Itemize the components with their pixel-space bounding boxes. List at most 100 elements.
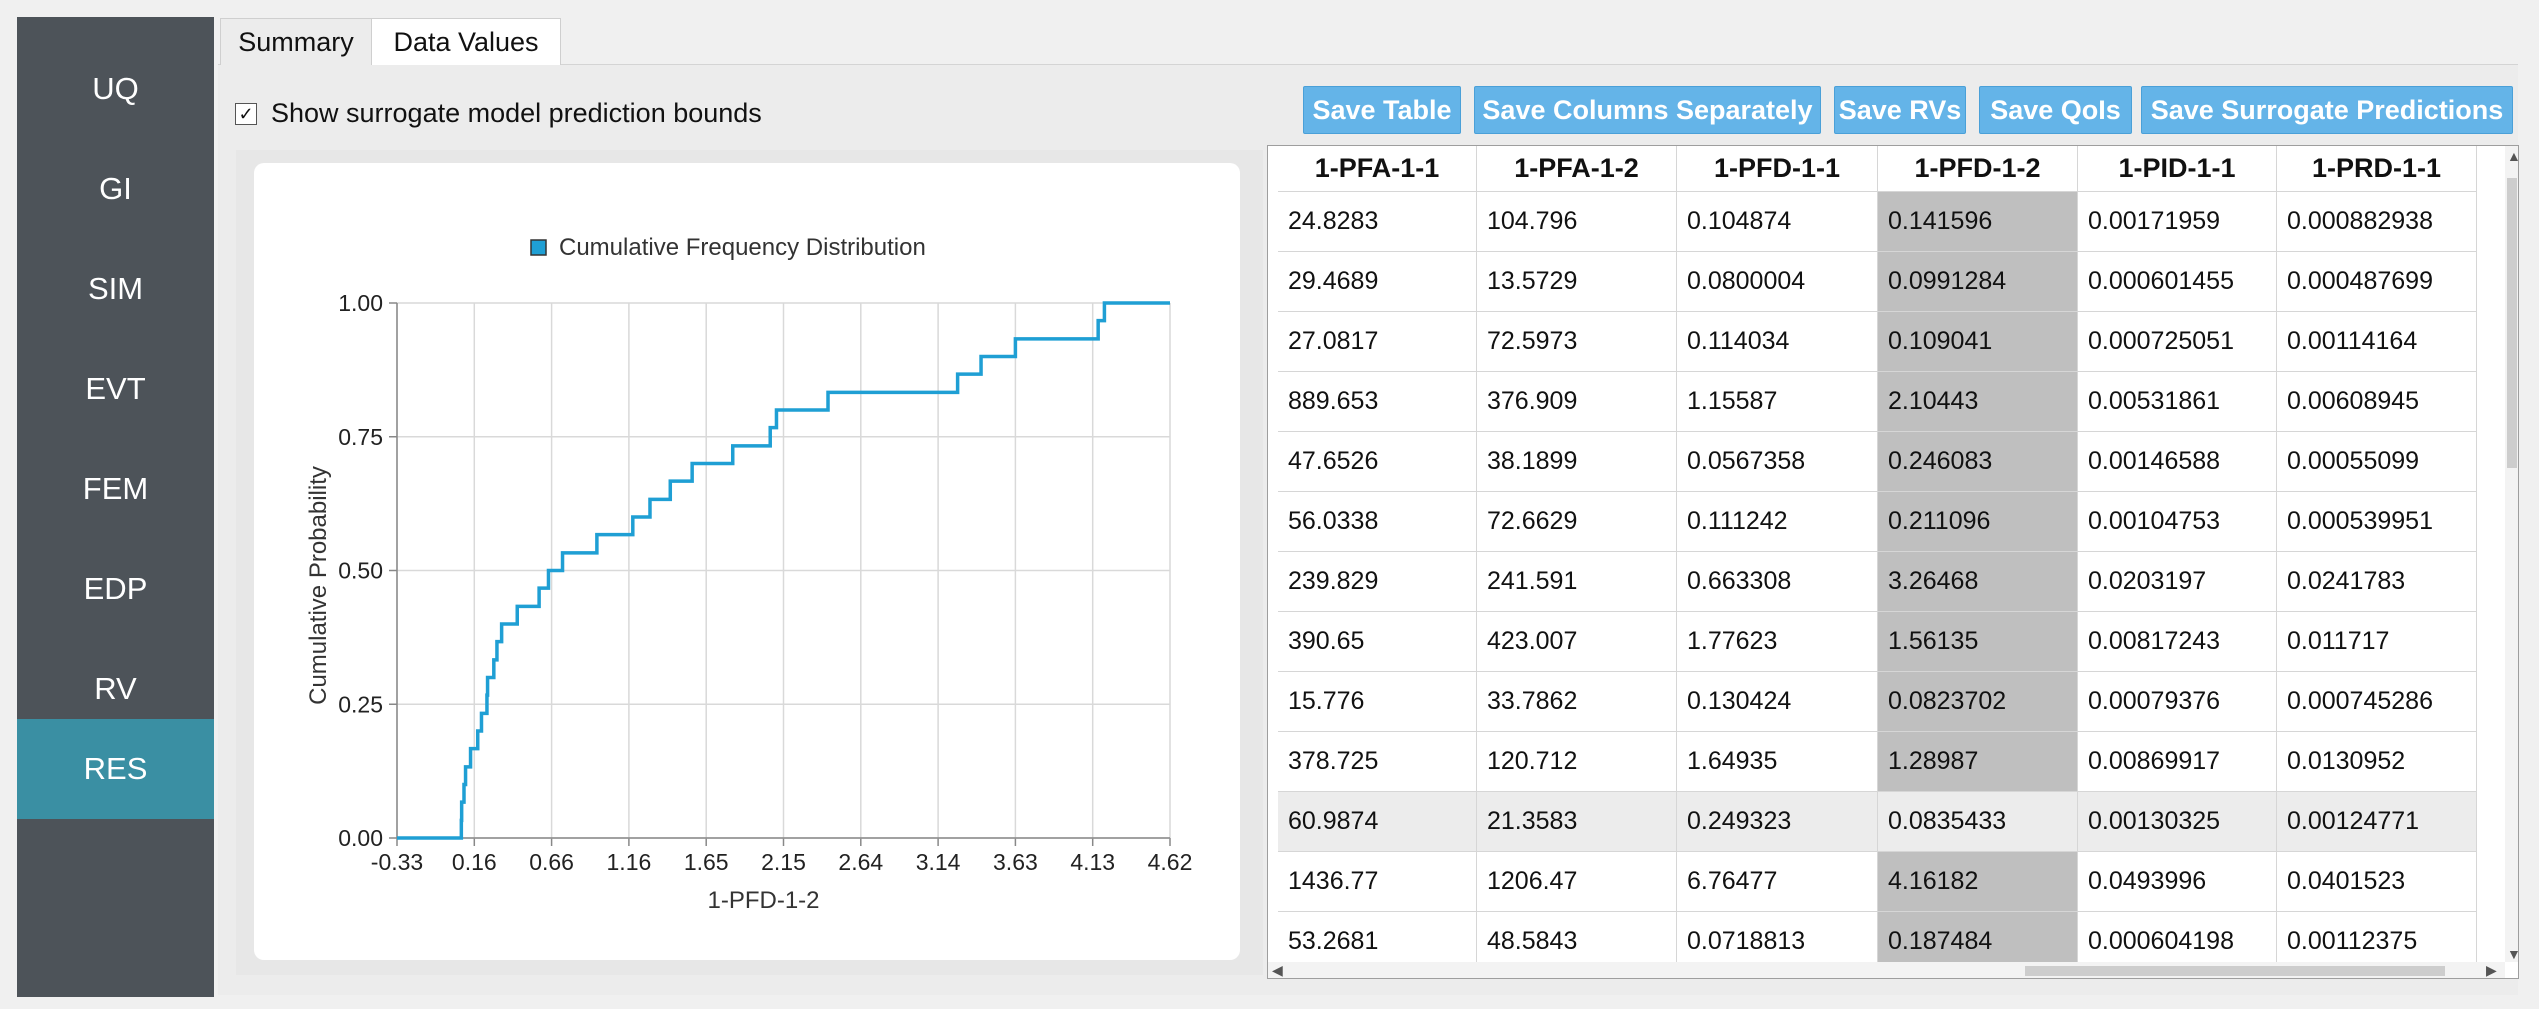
table-cell[interactable]: 241.591: [1477, 552, 1677, 612]
table-cell[interactable]: 0.00104753: [2078, 492, 2277, 552]
table-cell[interactable]: 1.56135: [1878, 612, 2078, 672]
sidebar-item-edp[interactable]: EDP: [17, 539, 214, 639]
table-cell[interactable]: 0.00130325: [2078, 792, 2277, 852]
table-cell[interactable]: 0.246083: [1878, 432, 2078, 492]
table-cell[interactable]: 1.77623: [1677, 612, 1878, 672]
table-cell[interactable]: 104.796: [1477, 192, 1677, 252]
table-cell[interactable]: 0.0401523: [2277, 852, 2477, 912]
table-cell[interactable]: 33.7862: [1477, 672, 1677, 732]
table-cell[interactable]: 15.776: [1278, 672, 1477, 732]
sidebar-item-fem[interactable]: FEM: [17, 439, 214, 539]
table-cell[interactable]: 0.000745286: [2277, 672, 2477, 732]
table-cell[interactable]: 0.00171959: [2078, 192, 2277, 252]
table-cell[interactable]: 0.000601455: [2078, 252, 2277, 312]
table-cell[interactable]: 376.909: [1477, 372, 1677, 432]
table-cell[interactable]: 0.00055099: [2277, 432, 2477, 492]
checkbox-box[interactable]: ✓: [235, 102, 257, 125]
table-cell[interactable]: 1.64935: [1677, 732, 1878, 792]
table-cell[interactable]: 0.011717: [2277, 612, 2477, 672]
table-cell[interactable]: 0.0241783: [2277, 552, 2477, 612]
table-cell[interactable]: 60.9874: [1278, 792, 1477, 852]
table-cell[interactable]: 1206.47: [1477, 852, 1677, 912]
table-cell[interactable]: 6.76477: [1677, 852, 1878, 912]
vertical-scrollbar-thumb[interactable]: [2507, 178, 2517, 468]
table-cell[interactable]: 0.0493996: [2078, 852, 2277, 912]
sidebar-item-sim[interactable]: SIM: [17, 239, 214, 339]
save-qois-button[interactable]: Save QoIs: [1979, 86, 2132, 134]
table-cell[interactable]: 239.829: [1278, 552, 1477, 612]
table-cell[interactable]: 0.000487699: [2277, 252, 2477, 312]
table-cell[interactable]: 0.00146588: [2078, 432, 2277, 492]
table-cell[interactable]: 13.5729: [1477, 252, 1677, 312]
column-header[interactable]: 1-PFD-1-1: [1677, 146, 1878, 192]
table-cell[interactable]: 0.00531861: [2078, 372, 2277, 432]
table-cell[interactable]: 0.000882938: [2277, 192, 2477, 252]
table-cell[interactable]: 0.00079376: [2078, 672, 2277, 732]
tab-summary[interactable]: Summary: [220, 18, 372, 65]
table-cell[interactable]: 0.00869917: [2078, 732, 2277, 792]
sidebar-item-gi[interactable]: GI: [17, 139, 214, 239]
column-header[interactable]: 1-PFA-1-1: [1278, 146, 1477, 192]
table-cell[interactable]: 0.00124771: [2277, 792, 2477, 852]
table-cell[interactable]: 423.007: [1477, 612, 1677, 672]
table-cell[interactable]: 0.0823702: [1878, 672, 2078, 732]
table-cell[interactable]: 0.0130952: [2277, 732, 2477, 792]
column-header[interactable]: 1-PFD-1-2: [1878, 146, 2078, 192]
table-cell[interactable]: 378.725: [1278, 732, 1477, 792]
table-cell[interactable]: 0.0800004: [1677, 252, 1878, 312]
table-cell[interactable]: 0.00114164: [2277, 312, 2477, 372]
table-cell[interactable]: 0.000539951: [2277, 492, 2477, 552]
table-cell[interactable]: 1.28987: [1878, 732, 2078, 792]
table-cell[interactable]: 0.000725051: [2078, 312, 2277, 372]
table-cell[interactable]: 889.653: [1278, 372, 1477, 432]
surrogate-bounds-checkbox[interactable]: ✓ Show surrogate model prediction bounds: [235, 98, 762, 129]
scroll-right-icon[interactable]: ▶: [2486, 962, 2497, 978]
column-header[interactable]: 1-PID-1-1: [2078, 146, 2277, 192]
table-cell[interactable]: 0.0567358: [1677, 432, 1878, 492]
data-table[interactable]: 1-PFA-1-1 1-PFA-1-2 1-PFD-1-1 1-PFD-1-2 1-PI…: [1267, 145, 2519, 979]
table-cell[interactable]: 0.0203197: [2078, 552, 2277, 612]
table-cell[interactable]: 0.00608945: [2277, 372, 2477, 432]
table-cell[interactable]: 4.16182: [1878, 852, 2078, 912]
table-cell[interactable]: 0.00817243: [2078, 612, 2277, 672]
table-cell[interactable]: 0.109041: [1878, 312, 2078, 372]
scroll-up-icon[interactable]: ▲: [2507, 148, 2518, 164]
horizontal-scrollbar-thumb[interactable]: [2025, 966, 2445, 976]
table-cell[interactable]: 2.10443: [1878, 372, 2078, 432]
table-cell[interactable]: 3.26468: [1878, 552, 2078, 612]
table-cell[interactable]: 0.0835433: [1878, 792, 2078, 852]
table-cell[interactable]: 0.211096: [1878, 492, 2078, 552]
sidebar-item-evt[interactable]: EVT: [17, 339, 214, 439]
tab-data-values[interactable]: Data Values: [371, 18, 561, 65]
table-cell[interactable]: 120.712: [1477, 732, 1677, 792]
column-header[interactable]: 1-PRD-1-1: [2277, 146, 2477, 192]
save-columns-separately-button[interactable]: Save Columns Separately: [1474, 86, 1821, 134]
table-cell[interactable]: 47.6526: [1278, 432, 1477, 492]
table-cell[interactable]: 27.0817: [1278, 312, 1477, 372]
table-cell[interactable]: 21.3583: [1477, 792, 1677, 852]
table-cell[interactable]: 1.15587: [1677, 372, 1878, 432]
sidebar-item-uq[interactable]: UQ: [17, 39, 214, 139]
table-cell[interactable]: 0.111242: [1677, 492, 1878, 552]
table-cell[interactable]: 1436.77: [1278, 852, 1477, 912]
column-header[interactable]: 1-PFA-1-2: [1477, 146, 1677, 192]
table-cell[interactable]: 0.663308: [1677, 552, 1878, 612]
table-cell[interactable]: 56.0338: [1278, 492, 1477, 552]
scroll-down-icon[interactable]: ▼: [2507, 946, 2518, 962]
table-cell[interactable]: 72.5973: [1477, 312, 1677, 372]
table-cell[interactable]: 38.1899: [1477, 432, 1677, 492]
save-surrogate-predictions-button[interactable]: Save Surrogate Predictions: [2141, 86, 2513, 134]
table-cell[interactable]: 0.130424: [1677, 672, 1878, 732]
save-rvs-button[interactable]: Save RVs: [1834, 86, 1966, 134]
scroll-left-icon[interactable]: ◀: [1272, 962, 1283, 978]
table-cell[interactable]: 72.6629: [1477, 492, 1677, 552]
table-cell[interactable]: 0.114034: [1677, 312, 1878, 372]
table-cell[interactable]: 24.8283: [1278, 192, 1477, 252]
table-cell[interactable]: 29.4689: [1278, 252, 1477, 312]
table-cell[interactable]: 0.104874: [1677, 192, 1878, 252]
table-cell[interactable]: 390.65: [1278, 612, 1477, 672]
table-cell[interactable]: 0.141596: [1878, 192, 2078, 252]
table-cell[interactable]: 0.249323: [1677, 792, 1878, 852]
table-cell[interactable]: 0.0991284: [1878, 252, 2078, 312]
sidebar-item-res[interactable]: RES: [17, 719, 214, 819]
